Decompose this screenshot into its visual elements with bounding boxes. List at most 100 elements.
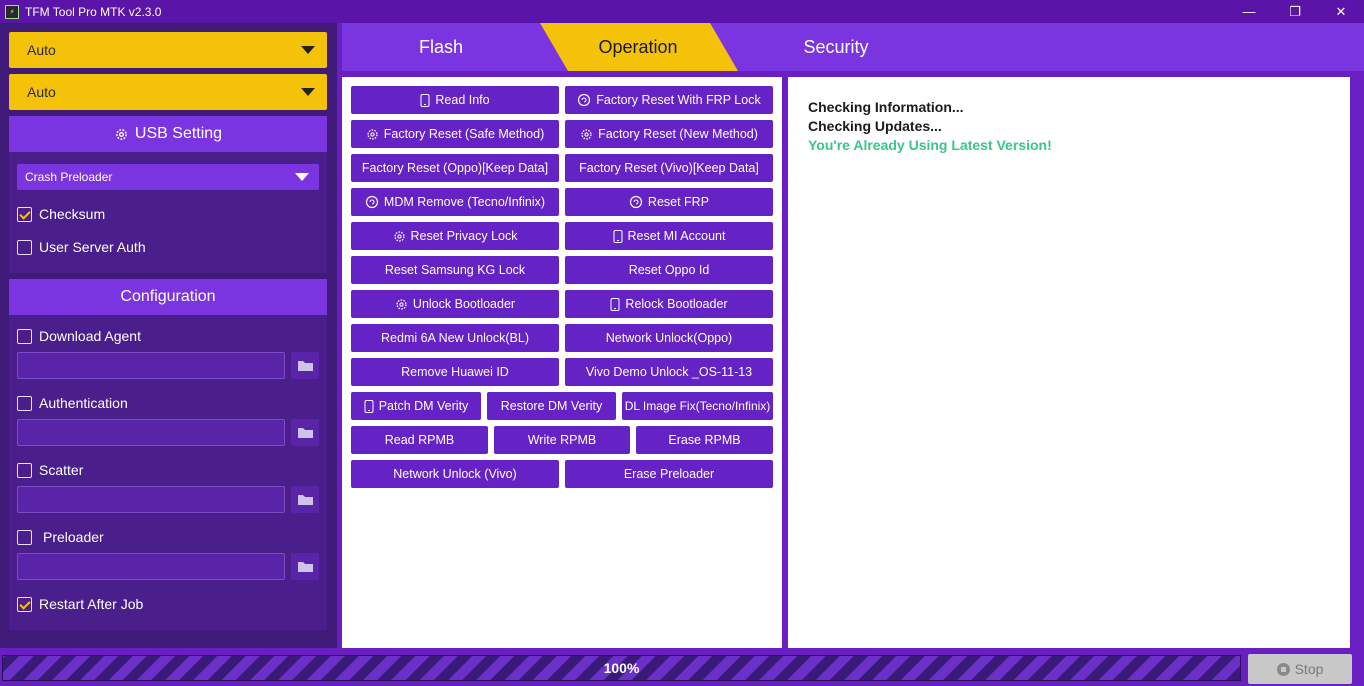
configuration-header: Configuration	[9, 279, 327, 315]
app-icon: ⚡	[5, 4, 19, 19]
checksum-checkbox[interactable]	[17, 206, 32, 222]
port-dropdown-value: Auto	[27, 42, 56, 58]
maximize-button[interactable]: ❐	[1272, 0, 1318, 23]
preloader-path-input[interactable]	[17, 553, 285, 580]
reset-oppo-id-button[interactable]: Reset Oppo Id	[565, 256, 773, 284]
restart-after-job-checkbox[interactable]	[17, 596, 32, 612]
download-agent-option[interactable]: Download Agent	[17, 328, 141, 344]
usb-method-value: Crash Preloader	[25, 170, 113, 184]
reset-samsung-kg-button[interactable]: Reset Samsung KG Lock	[351, 256, 559, 284]
reset-icon	[365, 195, 379, 209]
download-agent-checkbox[interactable]	[17, 328, 32, 344]
restore-dm-verity-label: Restore DM Verity	[500, 399, 603, 413]
stop-label: Stop	[1294, 661, 1324, 677]
factory-reset-oppo-label: Factory Reset (Oppo)[Keep Data]	[361, 161, 549, 175]
write-rpmb-button[interactable]: Write RPMB	[494, 426, 630, 454]
reset-frp-button[interactable]: Reset FRP	[565, 188, 773, 216]
gear-icon	[367, 128, 378, 140]
vivo-demo-unlock-button[interactable]: Vivo Demo Unlock _OS-11-13	[565, 358, 773, 386]
reset-samsung-kg-label: Reset Samsung KG Lock	[384, 263, 526, 277]
authentication-checkbox[interactable]	[17, 395, 32, 411]
mode-dropdown[interactable]: Auto	[9, 74, 327, 110]
log-panel: Checking Information... Checking Updates…	[788, 77, 1350, 648]
chevron-down-icon	[295, 173, 309, 181]
stop-button[interactable]: Stop	[1248, 654, 1352, 684]
progress-label: 100%	[603, 660, 640, 676]
preloader-option[interactable]: Preloader	[17, 529, 104, 545]
reset-mi-account-button[interactable]: Reset MI Account	[565, 222, 773, 250]
remove-huawei-id-button[interactable]: Remove Huawei ID	[351, 358, 559, 386]
progress-bar: 100%	[2, 655, 1241, 681]
log-line: Checking Information...	[808, 99, 964, 115]
scatter-checkbox[interactable]	[17, 462, 32, 478]
restart-after-job-option[interactable]: Restart After Job	[17, 596, 143, 612]
folder-icon	[297, 428, 313, 438]
tab-operation[interactable]: Operation	[540, 23, 736, 71]
factory-reset-oppo-button[interactable]: Factory Reset (Oppo)[Keep Data]	[351, 154, 559, 182]
unlock-bootloader-label: Unlock Bootloader	[412, 297, 516, 311]
reset-icon	[578, 93, 591, 107]
user-server-auth-checkbox[interactable]	[17, 239, 32, 255]
factory-reset-safe-label: Factory Reset (Safe Method)	[383, 127, 545, 141]
network-unlock-vivo-button[interactable]: Network Unlock (Vivo)	[351, 460, 559, 488]
left-panel: Auto Auto USB Setting Crash Preloader Ch…	[0, 23, 337, 648]
authentication-browse-button[interactable]	[291, 419, 319, 446]
checksum-option[interactable]: Checksum	[17, 206, 105, 222]
redmi-6a-unlock-button[interactable]: Redmi 6A New Unlock(BL)	[351, 324, 559, 352]
remove-huawei-id-label: Remove Huawei ID	[401, 365, 509, 379]
scatter-path-input[interactable]	[17, 486, 285, 513]
factory-reset-safe-button[interactable]: Factory Reset (Safe Method)	[351, 120, 559, 148]
usb-method-dropdown[interactable]: Crash Preloader	[17, 164, 319, 190]
relock-bootloader-label: Relock Bootloader	[625, 297, 728, 311]
scatter-browse-button[interactable]	[291, 486, 319, 513]
read-rpmb-label: Read RPMB	[384, 433, 455, 447]
configuration-title: Configuration	[120, 288, 216, 305]
erase-preloader-button[interactable]: Erase Preloader	[565, 460, 773, 488]
factory-reset-new-button[interactable]: Factory Reset (New Method)	[565, 120, 773, 148]
download-agent-label: Download Agent	[39, 328, 141, 344]
folder-icon	[297, 361, 313, 371]
download-agent-browse-button[interactable]	[291, 352, 319, 379]
tab-security[interactable]: Security	[736, 23, 936, 71]
dl-image-fix-button[interactable]: DL Image Fix(Tecno/Infinix)	[622, 392, 773, 420]
factory-reset-vivo-button[interactable]: Factory Reset (Vivo)[Keep Data]	[565, 154, 773, 182]
read-info-button[interactable]: Read Info	[351, 86, 559, 114]
reset-frp-label: Reset FRP	[647, 195, 710, 209]
port-dropdown[interactable]: Auto	[9, 32, 327, 68]
scatter-option[interactable]: Scatter	[17, 462, 83, 478]
checksum-label: Checksum	[39, 206, 106, 222]
network-unlock-vivo-label: Network Unlock (Vivo)	[393, 467, 517, 481]
preloader-browse-button[interactable]	[291, 553, 319, 580]
factory-reset-frp-button[interactable]: Factory Reset With FRP Lock	[565, 86, 773, 114]
erase-rpmb-button[interactable]: Erase RPMB	[636, 426, 773, 454]
mdm-remove-button[interactable]: MDM Remove (Tecno/Infinix)	[351, 188, 559, 216]
unlock-bootloader-button[interactable]: Unlock Bootloader	[351, 290, 559, 318]
gear-icon	[393, 230, 405, 242]
write-rpmb-label: Write RPMB	[527, 433, 597, 447]
factory-reset-vivo-label: Factory Reset (Vivo)[Keep Data]	[579, 161, 759, 175]
restart-after-job-label: Restart After Job	[39, 596, 144, 612]
minimize-button[interactable]: —	[1226, 0, 1272, 23]
download-agent-path-input[interactable]	[17, 352, 285, 379]
dl-image-fix-label: DL Image Fix(Tecno/Infinix)	[624, 399, 771, 413]
network-unlock-oppo-button[interactable]: Network Unlock(Oppo)	[565, 324, 773, 352]
erase-rpmb-label: Erase RPMB	[668, 433, 741, 447]
phone-icon	[420, 93, 430, 107]
preloader-checkbox[interactable]	[17, 529, 32, 545]
relock-bootloader-button[interactable]: Relock Bootloader	[565, 290, 773, 318]
patch-dm-verity-button[interactable]: Patch DM Verity	[351, 392, 481, 420]
authentication-option[interactable]: Authentication	[17, 395, 128, 411]
close-button[interactable]: ✕	[1318, 0, 1364, 23]
configuration-body: Download Agent Authentication Scatter Pr…	[9, 315, 327, 630]
user-server-auth-label: User Server Auth	[39, 239, 146, 255]
read-rpmb-button[interactable]: Read RPMB	[351, 426, 488, 454]
tab-flash[interactable]: Flash	[342, 23, 540, 71]
mode-dropdown-value: Auto	[27, 84, 56, 100]
restore-dm-verity-button[interactable]: Restore DM Verity	[487, 392, 616, 420]
reset-mi-account-label: Reset MI Account	[627, 229, 726, 243]
reset-privacy-lock-button[interactable]: Reset Privacy Lock	[351, 222, 559, 250]
reset-icon	[629, 195, 643, 209]
authentication-path-input[interactable]	[17, 419, 285, 446]
user-server-auth-option[interactable]: User Server Auth	[17, 239, 146, 255]
window-controls: — ❐ ✕	[1226, 0, 1364, 23]
